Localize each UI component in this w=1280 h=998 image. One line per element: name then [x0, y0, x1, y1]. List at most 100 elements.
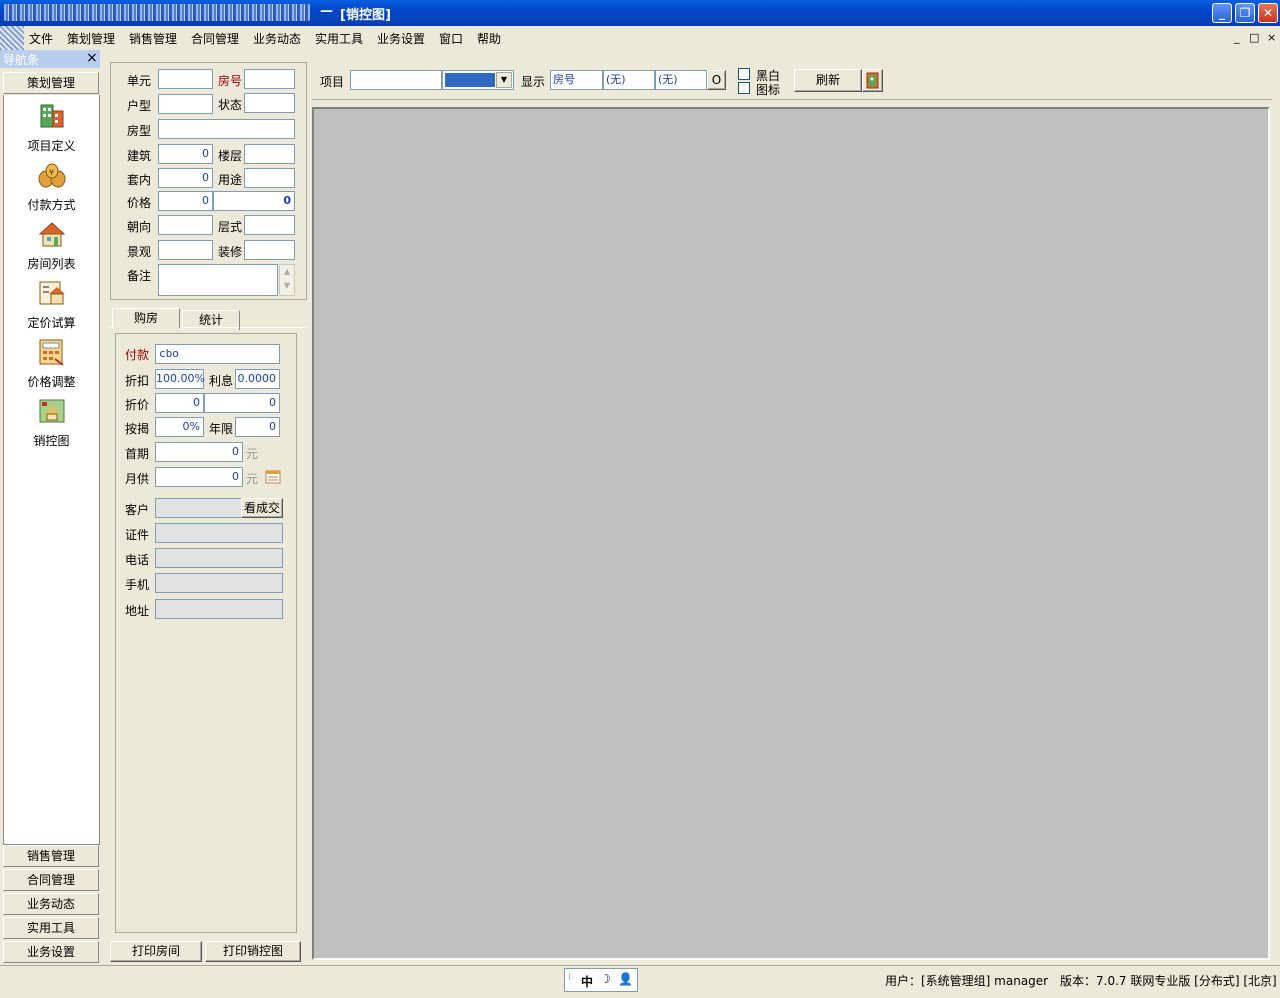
layer-field[interactable]: [244, 215, 295, 235]
nav-group-contract[interactable]: 合同管理: [3, 869, 99, 891]
menu-planning[interactable]: 策划管理: [67, 30, 115, 47]
menu-tools[interactable]: 实用工具: [315, 30, 363, 47]
menu-settings[interactable]: 业务设置: [377, 30, 425, 47]
decor-field[interactable]: [244, 240, 295, 260]
payment-combo[interactable]: cbo: [155, 344, 280, 364]
remark-scrollbar[interactable]: ▲ ▼: [279, 264, 295, 296]
nav-group-settings[interactable]: 业务设置: [3, 941, 99, 963]
house-icon: [38, 222, 66, 247]
floor-label: 楼层: [218, 149, 243, 163]
tab-purchase[interactable]: 购房: [112, 308, 180, 328]
nav-group-business-news[interactable]: 业务动态: [3, 893, 99, 915]
unit-field[interactable]: [158, 69, 213, 89]
build-area-label: 建筑: [127, 149, 152, 163]
view-field[interactable]: [158, 240, 213, 260]
nav-item-sales-chart[interactable]: 销控图: [4, 396, 99, 454]
sales-chart-canvas[interactable]: [312, 107, 1270, 960]
circle-button[interactable]: O: [707, 70, 726, 90]
discounted-unit-price-field[interactable]: 0: [155, 393, 204, 413]
calendar-icon[interactable]: [265, 470, 281, 484]
nav-item-room-list[interactable]: 房间列表: [4, 219, 99, 277]
menu-contract[interactable]: 合同管理: [191, 30, 239, 47]
bw-checkbox[interactable]: [738, 68, 750, 80]
scroll-up-icon[interactable]: ▲: [280, 265, 294, 279]
unit-label: 单元: [127, 74, 152, 88]
project-dropdown[interactable]: ▼: [442, 70, 514, 90]
icon-checkbox[interactable]: [738, 82, 750, 94]
mobile-label: 手机: [125, 578, 150, 592]
close-button[interactable]: ✕: [1258, 3, 1278, 23]
discount-field[interactable]: 100.00%: [155, 369, 205, 389]
inner-area-field[interactable]: 0: [158, 168, 213, 188]
room-no-field[interactable]: [244, 69, 295, 89]
navigator-item-list: 项目定义 ¥ 付款方式 房间列表 定价试算 价格调整 销控图: [3, 95, 100, 845]
menu-file[interactable]: 文件: [29, 30, 53, 47]
version-info: 版本：7.0.7 联网专业版 [分布式] [北京]: [1060, 974, 1277, 988]
scroll-down-icon[interactable]: ▼: [280, 279, 294, 293]
nav-item-label: 房间列表: [27, 257, 76, 271]
moon-icon[interactable]: ☽: [600, 972, 611, 986]
status-field[interactable]: [244, 93, 295, 113]
build-area-field[interactable]: 0: [158, 144, 213, 164]
exit-button[interactable]: [862, 69, 883, 92]
print-room-button[interactable]: 打印房间: [110, 941, 202, 962]
nav-item-payment-method[interactable]: ¥ 付款方式: [4, 160, 99, 218]
menu-window[interactable]: 窗口: [439, 30, 463, 47]
nav-item-label: 定价试算: [27, 316, 76, 330]
discounted-total-field[interactable]: 0: [204, 393, 280, 413]
discounted-price-label: 折价: [125, 398, 150, 412]
current-user: 用户：[系统管理组] manager: [885, 974, 1049, 988]
years-field[interactable]: 0: [235, 417, 280, 437]
ime-mode-label[interactable]: 中: [581, 973, 593, 990]
display-field-1[interactable]: 房号: [550, 70, 603, 90]
display-field-2[interactable]: (无): [603, 70, 655, 90]
money-bags-icon: ¥: [38, 163, 66, 188]
menu-business-news[interactable]: 业务动态: [253, 30, 301, 47]
nav-item-price-trial[interactable]: 定价试算: [4, 278, 99, 336]
user-icon[interactable]: 👤: [618, 972, 633, 986]
minimize-button[interactable]: _: [1212, 3, 1232, 23]
menu-sales[interactable]: 销售管理: [129, 30, 177, 47]
chevron-down-icon[interactable]: ▼: [496, 72, 512, 88]
nav-item-price-adjust[interactable]: 价格调整: [4, 337, 99, 395]
mortgage-label: 按揭: [125, 422, 150, 436]
print-sales-chart-button[interactable]: 打印销控图: [205, 941, 301, 962]
down-payment-unit: 元: [246, 447, 259, 461]
house-calc-icon: [39, 281, 65, 305]
mdi-restore-button[interactable]: □: [1249, 31, 1259, 44]
mdi-minimize-button[interactable]: _: [1234, 31, 1240, 44]
icon-toggle-label: 图标: [756, 83, 781, 97]
mdi-close-button[interactable]: ×: [1267, 31, 1276, 44]
nav-group-tools[interactable]: 实用工具: [3, 917, 99, 939]
interest-field[interactable]: 0.0000: [235, 369, 280, 389]
years-label: 年限: [209, 422, 234, 436]
nav-item-project-definition[interactable]: 项目定义: [4, 101, 99, 159]
ime-toolbar[interactable]: ⁞ 中 ☽ 👤: [564, 968, 638, 992]
room-type-field[interactable]: [158, 119, 295, 139]
view-label: 景观: [127, 245, 152, 259]
phone-label: 电话: [125, 553, 150, 567]
display-field-3[interactable]: (无): [655, 70, 707, 90]
menu-help[interactable]: 帮助: [477, 30, 501, 47]
view-deal-button[interactable]: 看成交: [241, 498, 283, 518]
project-field[interactable]: [350, 70, 442, 90]
remark-textarea[interactable]: [158, 264, 278, 296]
restore-button[interactable]: ❐: [1235, 3, 1255, 23]
total-price-field[interactable]: 0: [213, 191, 295, 211]
floor-field[interactable]: [244, 144, 295, 164]
room-no-label: 房号: [218, 74, 243, 88]
navigator-close-icon[interactable]: ×: [86, 50, 98, 66]
nav-group-sales[interactable]: 销售管理: [3, 845, 99, 867]
monthly-field[interactable]: 0: [155, 467, 243, 487]
map-icon: [39, 399, 65, 423]
layer-label: 层式: [218, 220, 243, 234]
orientation-field[interactable]: [158, 215, 213, 235]
down-payment-field[interactable]: 0: [155, 442, 243, 462]
unit-price-field[interactable]: 0: [158, 191, 213, 211]
tab-statistics[interactable]: 统计: [182, 310, 240, 330]
nav-group-planning[interactable]: 策划管理: [3, 72, 99, 94]
usage-field[interactable]: [244, 168, 295, 188]
refresh-button[interactable]: 刷新: [794, 69, 862, 92]
mortgage-field[interactable]: 0%: [155, 417, 204, 437]
house-type-field[interactable]: [158, 94, 213, 114]
